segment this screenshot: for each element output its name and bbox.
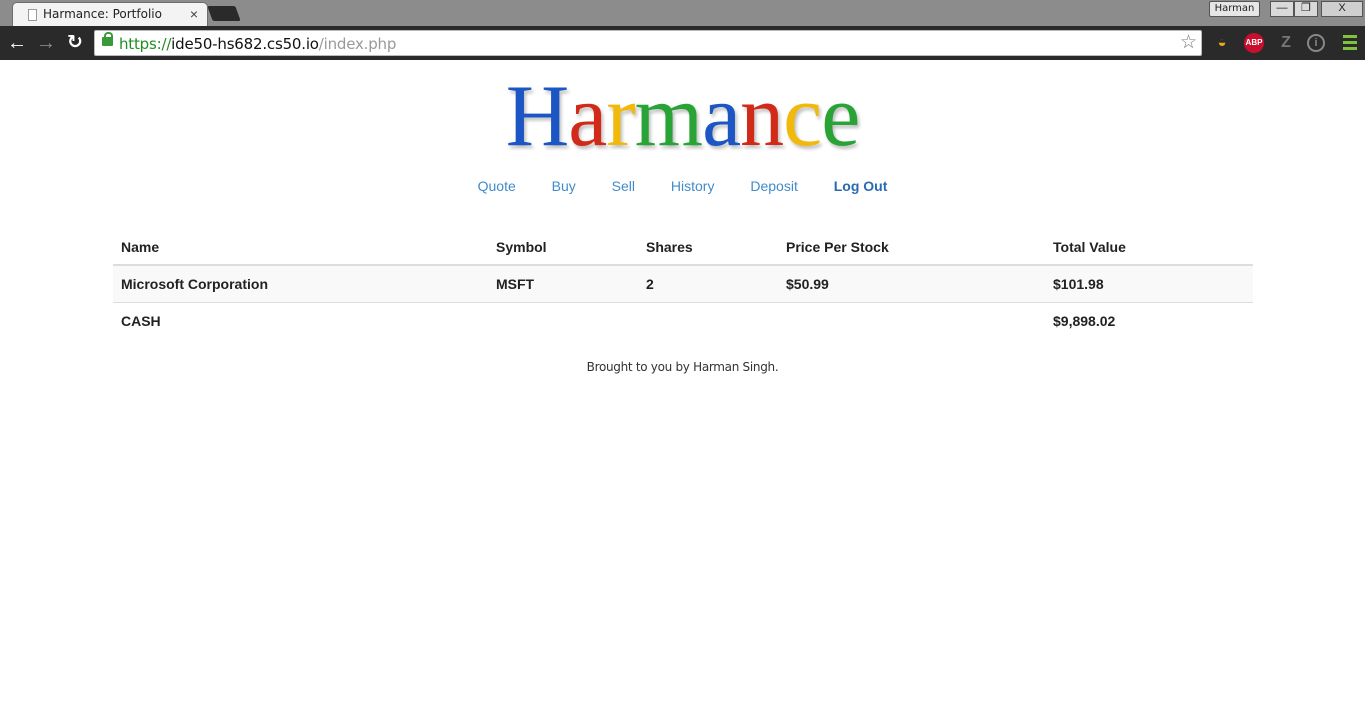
table-header-row: Name Symbol Shares Price Per Stock Total… <box>113 228 1253 266</box>
info-extension-icon[interactable]: i <box>1307 34 1325 52</box>
z-extension-icon[interactable]: Z <box>1276 33 1296 53</box>
back-arrow-icon[interactable]: ← <box>5 31 29 55</box>
nav-sell-link[interactable]: Sell <box>610 178 637 194</box>
lock-icon <box>102 32 113 46</box>
cash-total: $9,898.02 <box>1045 301 1253 339</box>
logo-letter: a <box>568 68 607 165</box>
cell-name: Microsoft Corporation <box>113 265 488 302</box>
cell-symbol: MSFT <box>488 265 638 302</box>
header-name: Name <box>113 228 488 266</box>
browser-tab-strip: Harmance: Portfolio × Harman — ❐ X <box>0 0 1365 26</box>
header-symbol: Symbol <box>488 228 638 266</box>
site-logo[interactable]: Harmance <box>0 72 1365 162</box>
page-icon <box>28 9 37 21</box>
header-price: Price Per Stock <box>778 228 1045 266</box>
browser-menu-icon[interactable] <box>1343 35 1357 51</box>
tab-close-icon[interactable]: × <box>190 5 198 23</box>
url-text: https://ide50-hs682.cs50.io/index.php <box>119 35 396 53</box>
cash-label: CASH <box>113 301 488 339</box>
logo-letter: r <box>606 68 635 165</box>
footer-text: Brought to you by Harman Singh. <box>586 360 779 374</box>
cash-row: CASH $9,898.02 <box>113 301 1253 339</box>
nav-quote-link[interactable]: Quote <box>476 178 518 194</box>
maximize-button[interactable]: ❐ <box>1294 1 1318 17</box>
header-shares: Shares <box>638 228 778 266</box>
logo-letter: m <box>634 68 703 165</box>
url-scheme: https:// <box>119 35 172 53</box>
minimize-button[interactable]: — <box>1270 1 1294 17</box>
nav-deposit-link[interactable]: Deposit <box>748 178 799 194</box>
logo-letter: e <box>821 68 860 165</box>
portfolio-table: Name Symbol Shares Price Per Stock Total… <box>113 228 1253 339</box>
forward-arrow-icon[interactable]: → <box>34 31 58 55</box>
nav-buy-link[interactable]: Buy <box>550 178 578 194</box>
url-host: ide50-hs682.cs50.io <box>171 35 319 53</box>
table-row: Microsoft Corporation MSFT 2 $50.99 $101… <box>113 265 1253 302</box>
new-tab-button[interactable] <box>207 6 241 21</box>
cell-total: $101.98 <box>1045 265 1253 302</box>
reload-icon[interactable]: ↻ <box>63 31 87 55</box>
taco-extension-icon[interactable]: ◒ <box>1212 33 1232 53</box>
address-bar[interactable]: https://ide50-hs682.cs50.io/index.php ☆ <box>94 30 1202 56</box>
bookmark-star-icon[interactable]: ☆ <box>1180 32 1197 54</box>
logo-letter: n <box>740 68 784 165</box>
nav-logout-link[interactable]: Log Out <box>832 178 890 194</box>
browser-toolbar: ← → ↻ https://ide50-hs682.cs50.io/index.… <box>0 26 1365 60</box>
logo-letter: H <box>505 68 570 165</box>
header-total: Total Value <box>1045 228 1253 266</box>
url-path: /index.php <box>318 35 397 53</box>
tab-title: Harmance: Portfolio <box>43 7 162 21</box>
logo-letter: a <box>702 68 741 165</box>
cell-price: $50.99 <box>778 265 1045 302</box>
main-nav: Quote Buy Sell History Deposit Log Out <box>0 178 1365 194</box>
cell-shares: 2 <box>638 265 778 302</box>
browser-tab-active[interactable]: Harmance: Portfolio × <box>12 2 208 26</box>
adblock-plus-icon[interactable]: ABP <box>1244 33 1264 53</box>
logo-letter: c <box>783 68 822 165</box>
profile-button[interactable]: Harman <box>1209 1 1260 17</box>
close-window-button[interactable]: X <box>1321 1 1363 17</box>
nav-history-link[interactable]: History <box>669 178 717 194</box>
